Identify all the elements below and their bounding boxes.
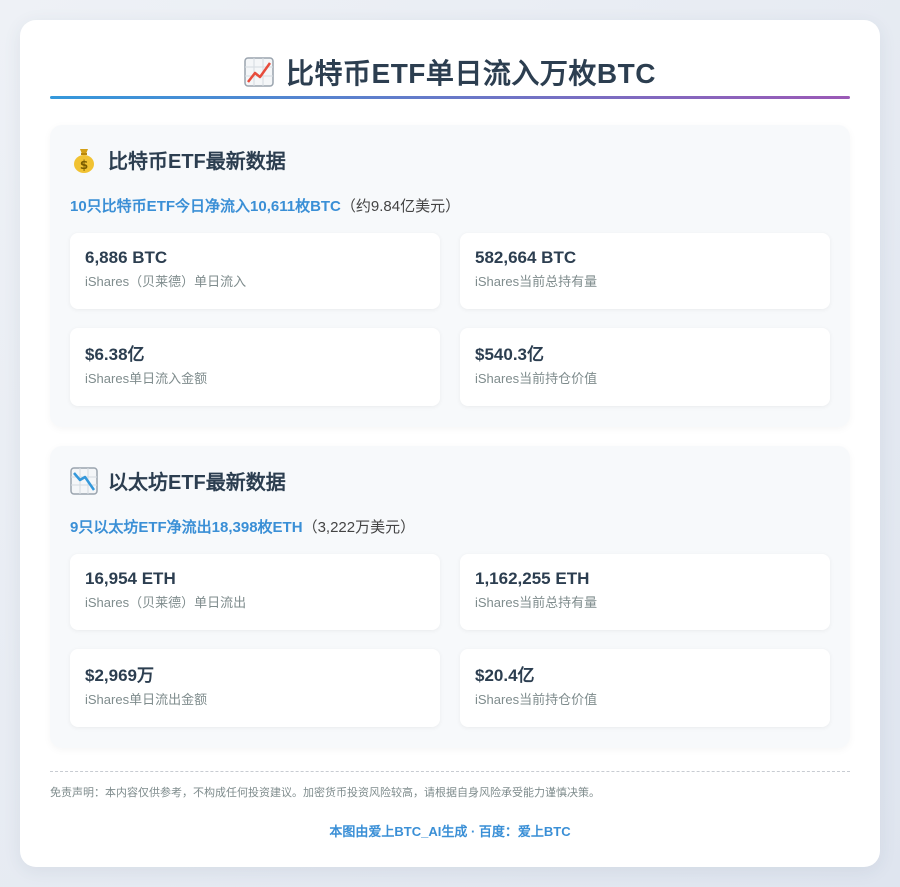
tile-value: $2,969万 xyxy=(85,666,154,685)
tile-value: 16,954 ETH xyxy=(85,569,176,588)
eth-tile-holdings-value: $20.4亿 iShares当前持仓价值 xyxy=(460,649,830,727)
svg-text:$: $ xyxy=(80,158,88,172)
btc-heading-text: 比特币ETF最新数据 xyxy=(108,151,286,173)
eth-section-heading: 以太坊ETF最新数据 xyxy=(70,466,286,495)
eth-tile-daily-outflow: 16,954 ETH iShares（贝莱德）单日流出 xyxy=(70,554,440,630)
tile-label: iShares当前总持有量 xyxy=(475,274,598,289)
tile-label: iShares（贝莱德）单日流入 xyxy=(85,274,247,289)
tile-value: $6.38亿 xyxy=(85,345,145,364)
btc-tile-total-holdings: 582,664 BTC iShares当前总持有量 xyxy=(460,233,830,309)
tile-value: 1,162,255 ETH xyxy=(475,569,590,588)
btc-tile-daily-inflow: 6,886 BTC iShares（贝莱德）单日流入 xyxy=(70,233,440,309)
tile-label: iShares单日流出金额 xyxy=(85,692,208,707)
credit-text: 本图由爱上BTC_AI生成 · 百度：爱上BTC xyxy=(329,824,571,839)
eth-section: 以太坊ETF最新数据 9只以太坊ETF净流出18,398枚ETH（3,222万美… xyxy=(50,446,850,748)
tile-label: iShares（贝莱德）单日流出 xyxy=(85,595,247,610)
chart-increasing-icon xyxy=(244,57,274,87)
eth-summary: 9只以太坊ETF净流出18,398枚ETH（3,222万美元） xyxy=(70,516,415,537)
btc-tile-inflow-amount: $6.38亿 iShares单日流入金额 xyxy=(70,328,440,406)
eth-summary-highlight: 9只以太坊ETF净流出18,398枚ETH xyxy=(70,519,303,536)
main-card: 比特币ETF单日流入万枚BTC $ 比特币ETF最新数据 10只比特币ETF今日… xyxy=(20,20,880,867)
btc-summary-note: （约9.84亿美元） xyxy=(340,198,461,215)
tile-value: 6,886 BTC xyxy=(85,248,168,267)
tile-value: 582,664 BTC xyxy=(475,248,577,267)
btc-tile-holdings-value: $540.3亿 iShares当前持仓价值 xyxy=(460,328,830,406)
btc-summary-highlight: 10只比特币ETF今日净流入10,611枚BTC xyxy=(70,198,341,215)
eth-tile-total-holdings: 1,162,255 ETH iShares当前总持有量 xyxy=(460,554,830,630)
eth-heading-text: 以太坊ETF最新数据 xyxy=(108,472,286,494)
tile-value: $20.4亿 xyxy=(475,666,535,685)
tile-label: iShares当前总持有量 xyxy=(475,595,598,610)
btc-section: $ 比特币ETF最新数据 10只比特币ETF今日净流入10,611枚BTC（约9… xyxy=(50,125,850,427)
eth-summary-note: （3,222万美元） xyxy=(302,519,416,536)
tile-label: iShares当前持仓价值 xyxy=(475,692,598,707)
title-underline xyxy=(50,96,850,99)
btc-summary: 10只比特币ETF今日净流入10,611枚BTC（约9.84亿美元） xyxy=(70,195,460,216)
btc-section-heading: $ 比特币ETF最新数据 xyxy=(70,145,286,174)
eth-tile-outflow-amount: $2,969万 iShares单日流出金额 xyxy=(70,649,440,727)
tile-label: iShares单日流入金额 xyxy=(85,371,208,386)
disclaimer-text: 免责声明：本内容仅供参考，不构成任何投资建议。加密货币投资风险较高，请根据自身风… xyxy=(50,787,600,799)
page-title: 比特币ETF单日流入万枚BTC xyxy=(50,52,850,92)
money-bag-icon: $ xyxy=(74,148,94,173)
footer-divider xyxy=(50,771,850,772)
chart-decreasing-icon xyxy=(70,466,98,495)
tile-value: $540.3亿 xyxy=(475,345,544,364)
tile-label: iShares当前持仓价值 xyxy=(475,371,598,386)
title-text: 比特币ETF单日流入万枚BTC xyxy=(286,58,656,89)
